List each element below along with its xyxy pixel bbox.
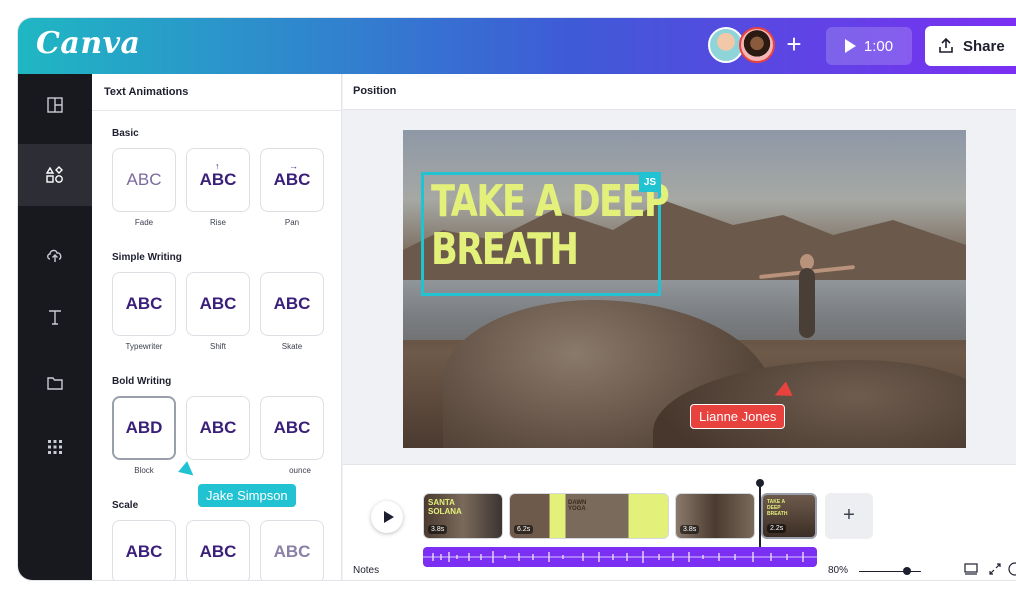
headline-text[interactable]: TAKE A DEEP BREATH <box>431 176 670 275</box>
tile-label: Pan <box>284 218 300 227</box>
folders-rail-button[interactable] <box>18 352 92 414</box>
editor-toolbar: Position <box>343 74 1016 110</box>
clip-duration: 3.8s <box>680 525 700 534</box>
layout-icon <box>47 97 63 113</box>
apps-rail-button[interactable] <box>18 416 92 478</box>
animation-tile-skate[interactable]: ABC <box>260 272 324 336</box>
fullscreen-icon[interactable] <box>987 562 1003 578</box>
zoom-level: 80% <box>828 565 849 576</box>
panel-divider <box>92 110 341 111</box>
animation-tile-fade[interactable]: ABC <box>112 148 176 212</box>
play-duration: 1:00 <box>863 37 894 55</box>
tile-sample: ABC <box>125 542 163 561</box>
tile-sample: ABC <box>125 294 163 313</box>
animation-tile-rise[interactable]: ↑ ABC <box>186 148 250 212</box>
clip-duration: 3.8s <box>428 525 448 534</box>
animation-tile-bounce[interactable]: ABC <box>260 396 324 460</box>
timeline-panel: SANTA SOLANA 3.8s DAWN YOGA 6.2s 3.8s TA… <box>343 464 1016 580</box>
timeline-play-button[interactable] <box>371 501 403 533</box>
clip-title: DAWN YOGA <box>568 500 587 512</box>
clip-duration: 6.2s <box>514 525 534 534</box>
animation-tile-block[interactable]: ABD <box>112 396 176 460</box>
animation-tile-scale-2[interactable]: ABC <box>186 520 250 580</box>
collaborator-avatar-2[interactable] <box>739 27 775 63</box>
tile-sample: ABC <box>199 418 237 437</box>
tile-label: ounce <box>289 466 311 475</box>
panel-title: Text Animations <box>104 86 189 98</box>
text-rail-button[interactable] <box>18 286 92 348</box>
elements-rail-button[interactable] <box>18 144 92 206</box>
text-icon <box>49 310 61 325</box>
section-title-simple-writing: Simple Writing <box>112 252 182 263</box>
collaborator-badge-js: JS <box>639 172 661 192</box>
animation-tile-burst[interactable]: ABC <box>186 396 250 460</box>
tile-sample: ABC <box>126 170 162 189</box>
tile-label: Rise <box>209 218 226 227</box>
timeline-clip[interactable]: DAWN YOGA 6.2s <box>509 493 669 539</box>
help-icon[interactable] <box>1007 562 1016 578</box>
present-play-button[interactable]: 1:00 <box>826 27 912 65</box>
animation-tile-typewriter[interactable]: ABC <box>112 272 176 336</box>
grid-view-icon[interactable] <box>963 562 979 578</box>
right-arrow-icon: → <box>289 161 298 171</box>
app-window: Canva + 1:00 Share Text Animations Basic… <box>18 18 1016 580</box>
audio-waveform <box>423 551 817 563</box>
clip-duration: 2.2s <box>767 524 787 533</box>
notes-button[interactable]: Notes <box>353 565 379 576</box>
animation-tile-shift[interactable]: ABC <box>186 272 250 336</box>
timeline-clip[interactable]: SANTA SOLANA 3.8s <box>423 493 503 539</box>
collaborator-tag-jake: Jake Simpson <box>198 484 296 507</box>
section-title-basic: Basic <box>112 128 139 139</box>
tile-sample: ABC <box>273 418 311 437</box>
left-rail <box>18 74 92 580</box>
headline-line-1: TAKE A DEEP <box>431 176 670 227</box>
cloud-upload-icon <box>47 249 62 262</box>
animation-tile-scale-3[interactable]: ABC <box>260 520 324 580</box>
clip-title: SANTA SOLANA <box>428 498 462 516</box>
uploads-rail-button[interactable] <box>18 224 92 286</box>
audio-track[interactable] <box>423 547 817 567</box>
tile-label: Skate <box>281 342 303 351</box>
tile-label: Shift <box>209 342 226 351</box>
share-button[interactable]: Share <box>925 26 1016 66</box>
share-label: Share <box>963 37 1005 55</box>
add-clip-button[interactable]: + <box>825 493 873 539</box>
headline-line-2: BREATH <box>431 224 579 275</box>
templates-rail-button[interactable] <box>18 74 92 136</box>
animation-tile-pan[interactable]: → ABC <box>260 148 324 212</box>
zoom-slider[interactable] <box>859 571 921 572</box>
tile-label: Fade <box>134 218 154 227</box>
tile-sample: ABC <box>199 294 237 313</box>
zoom-slider-thumb[interactable] <box>903 567 911 575</box>
position-button[interactable]: Position <box>353 85 396 97</box>
playhead[interactable] <box>759 485 761 547</box>
tile-label: Typewriter <box>125 342 163 351</box>
tile-sample: ABC <box>273 294 311 313</box>
section-title-bold-writing: Bold Writing <box>112 376 172 387</box>
tile-sample: ABC <box>199 170 237 189</box>
clip-title: TAKE A DEEP BREATH <box>767 499 788 517</box>
tile-sample: ABD <box>125 418 163 437</box>
section-title-scale: Scale <box>112 500 139 511</box>
timeline-clip[interactable]: 3.8s <box>675 493 755 539</box>
canva-logo[interactable]: Canva <box>36 26 141 61</box>
play-icon <box>383 511 394 523</box>
play-icon <box>844 39 856 53</box>
tile-sample: ABC <box>273 170 311 189</box>
tile-sample: ABC <box>199 542 237 561</box>
animation-tile-scale-1[interactable]: ABC <box>112 520 176 580</box>
tile-sample: ABC <box>273 542 311 561</box>
top-header: Canva + 1:00 Share <box>18 18 1016 74</box>
upload-icon <box>939 37 953 53</box>
collaborator-tag-lianne: Lianne Jones <box>690 404 786 429</box>
up-arrow-icon: ↑ <box>215 161 220 171</box>
shapes-icon <box>45 166 63 183</box>
add-collaborator-button[interactable]: + <box>778 29 810 61</box>
timeline-clip-selected[interactable]: TAKE A DEEP BREATH 2.2s <box>761 493 817 539</box>
apps-grid-icon <box>48 440 62 454</box>
folder-icon <box>47 377 63 390</box>
tile-label: Block <box>134 466 154 475</box>
canvas-photo-person <box>799 268 815 338</box>
